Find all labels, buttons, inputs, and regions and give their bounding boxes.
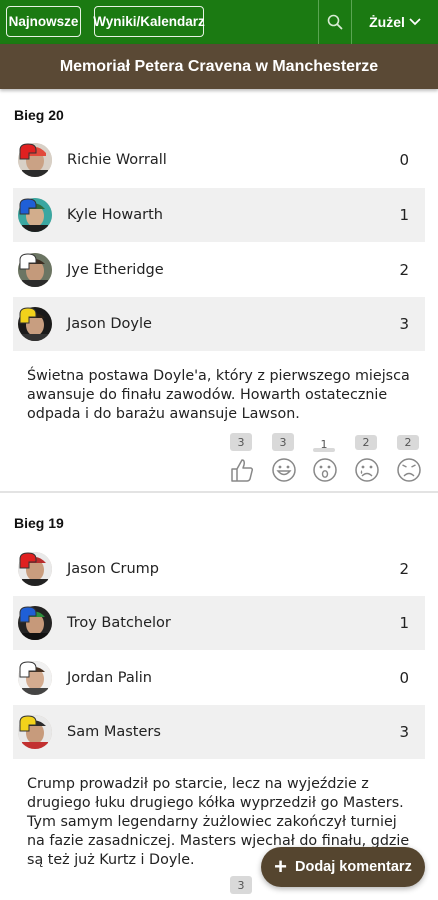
thumbs-up-icon	[231, 459, 254, 482]
rider-avatar	[18, 143, 52, 177]
rider-avatar	[18, 253, 52, 287]
rider-row[interactable]: Jye Etheridge 2	[13, 243, 425, 297]
rider-row[interactable]: Jason Doyle 3	[13, 297, 425, 351]
add-comment-button[interactable]: + Dodaj komentarz	[261, 847, 425, 887]
rider-points: 2	[399, 261, 409, 279]
rider-avatar	[18, 661, 52, 695]
helmet-icon	[19, 198, 37, 215]
rider-row[interactable]: Troy Batchelor 1	[13, 596, 425, 650]
reaction-count: 2	[355, 435, 377, 450]
helmet-icon	[19, 253, 37, 270]
reaction-count: 2	[397, 435, 419, 450]
reaction-surprised[interactable]: 1	[313, 433, 337, 485]
reaction-thumbs-up[interactable]: 3	[230, 876, 254, 900]
reaction-angry[interactable]: 2	[397, 433, 421, 485]
add-comment-label: Dodaj komentarz	[295, 859, 412, 875]
helmet-icon	[19, 661, 37, 678]
helmet-icon	[19, 715, 37, 732]
helmet-icon	[19, 143, 37, 160]
reaction-crying[interactable]: 2	[355, 433, 379, 485]
heat-title: Bieg 20	[14, 107, 64, 123]
rider-name: Jason Crump	[67, 561, 159, 577]
rider-row[interactable]: Jordan Palin 0	[13, 651, 425, 705]
smile-icon	[272, 458, 296, 482]
helmet-icon	[19, 552, 37, 569]
event-title: Memoriał Petera Cravena w Manchesterze	[59, 57, 379, 75]
reaction-thumbs-up[interactable]: 3	[230, 433, 254, 485]
rider-row[interactable]: Richie Worrall 0	[13, 133, 425, 187]
event-title-bar: Memoriał Petera Cravena w Manchesterze	[0, 44, 438, 89]
rider-points: 0	[399, 669, 409, 687]
rider-row[interactable]: Sam Masters 3	[13, 705, 425, 759]
latest-button[interactable]: Najnowsze	[6, 6, 81, 37]
rider-points: 1	[399, 206, 409, 224]
results-calendar-button[interactable]: Wyniki/Kalendarz	[93, 6, 205, 37]
heat-comment: Świetna postawa Doyle'a, który z pierwsz…	[27, 368, 410, 422]
reaction-count: 3	[230, 433, 252, 451]
top-nav-bar: Najnowsze Wyniki/Kalendarz Żużel	[0, 0, 438, 44]
rider-avatar	[18, 606, 52, 640]
helmet-icon	[19, 606, 37, 623]
crying-icon	[355, 458, 379, 482]
rider-points: 3	[399, 723, 409, 741]
rider-name: Jye Etheridge	[67, 262, 164, 278]
search-icon	[327, 14, 343, 30]
rider-avatar	[18, 715, 52, 749]
rider-points: 1	[399, 614, 409, 632]
reaction-smile[interactable]: 3	[272, 433, 296, 485]
rider-avatar	[18, 307, 52, 341]
rider-name: Kyle Howarth	[67, 207, 163, 223]
rider-points: 0	[399, 151, 409, 169]
heat-divider	[0, 491, 438, 493]
rider-avatar	[18, 198, 52, 232]
rider-name: Sam Masters	[67, 724, 161, 740]
helmet-icon	[19, 307, 37, 324]
rider-row[interactable]: Kyle Howarth 1	[13, 188, 425, 242]
reaction-bar: 3 3 1 2 2	[226, 433, 426, 485]
reaction-level-bar	[313, 448, 335, 452]
sport-dropdown-label: Żużel	[369, 14, 405, 30]
surprised-icon	[313, 458, 337, 482]
sport-dropdown[interactable]: Żużel	[352, 0, 438, 44]
reaction-count: 3	[272, 433, 294, 451]
rider-name: Jordan Palin	[67, 670, 152, 686]
rider-name: Jason Doyle	[67, 316, 152, 332]
rider-name: Troy Batchelor	[67, 615, 171, 631]
chevron-down-icon	[409, 18, 421, 26]
rider-points: 2	[399, 560, 409, 578]
rider-name: Richie Worrall	[67, 152, 167, 168]
heat-title: Bieg 19	[14, 515, 64, 531]
reaction-count: 3	[230, 876, 252, 894]
rider-points: 3	[399, 315, 409, 333]
rider-avatar	[18, 552, 52, 586]
plus-icon: +	[274, 854, 287, 879]
angry-icon	[397, 458, 421, 482]
search-button[interactable]	[319, 0, 351, 44]
rider-row[interactable]: Jason Crump 2	[13, 542, 425, 596]
